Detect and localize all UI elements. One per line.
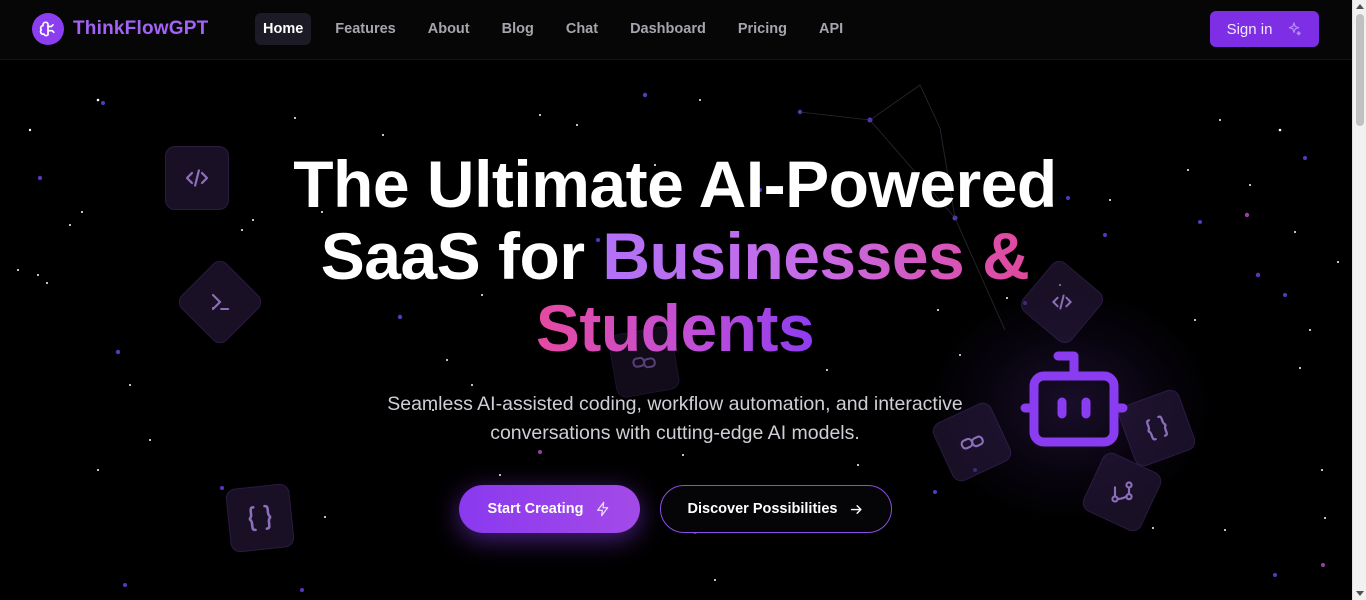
hero-subtitle: Seamless AI-assisted coding, workflow au…: [300, 390, 1050, 448]
nav-item-about[interactable]: About: [420, 13, 478, 45]
discover-possibilities-button[interactable]: Discover Possibilities: [660, 485, 892, 533]
sign-in-button[interactable]: Sign in: [1210, 11, 1319, 47]
brain-icon: [32, 13, 64, 45]
nav-item-home[interactable]: Home: [255, 13, 312, 45]
arrow-right-icon: [851, 504, 863, 514]
nav-item-blog[interactable]: Blog: [494, 13, 542, 45]
hero-title-line2: SaaS for: [320, 219, 603, 293]
discover-possibilities-label: Discover Possibilities: [687, 501, 838, 517]
sign-in-label: Sign in: [1226, 20, 1273, 38]
scrollbar-thumb[interactable]: [1356, 14, 1364, 126]
hero-title-accent-businesses: Businesses &: [602, 219, 1030, 293]
lightning-icon: [597, 501, 609, 517]
nav-item-dashboard[interactable]: Dashboard: [622, 13, 714, 45]
sparkles-icon: [1289, 22, 1302, 36]
page-scrollbar[interactable]: [1352, 0, 1366, 600]
hero-title-line1: The Ultimate AI-Powered: [293, 147, 1057, 221]
hero-title-accent-students: Students: [535, 291, 815, 365]
hero-subtitle-line2: conversations with cutting-edge AI model…: [490, 422, 860, 444]
nav-links: Home Features About Blog Chat Dashboard …: [255, 13, 867, 45]
hero-subtitle-line1: Seamless AI-assisted coding, workflow au…: [387, 393, 963, 415]
nav-item-pricing[interactable]: Pricing: [730, 13, 795, 45]
nav-item-features[interactable]: Features: [327, 13, 403, 45]
nav-item-chat[interactable]: Chat: [558, 13, 606, 45]
brand-name: ThinkFlowGPT: [73, 18, 209, 39]
scroll-up-arrow-icon[interactable]: [1356, 4, 1364, 9]
nav-item-api[interactable]: API: [811, 13, 851, 45]
brand-logo-link[interactable]: ThinkFlowGPT: [32, 13, 208, 45]
start-creating-button[interactable]: Start Creating: [459, 485, 640, 533]
hero-title: The Ultimate AI-Powered SaaS for Busines…: [180, 148, 1170, 364]
start-creating-label: Start Creating: [487, 501, 584, 517]
braces-icon: [224, 482, 296, 554]
top-navbar: ThinkFlowGPT Home Features About Blog Ch…: [0, 0, 1352, 60]
scroll-down-arrow-icon[interactable]: [1356, 591, 1364, 596]
